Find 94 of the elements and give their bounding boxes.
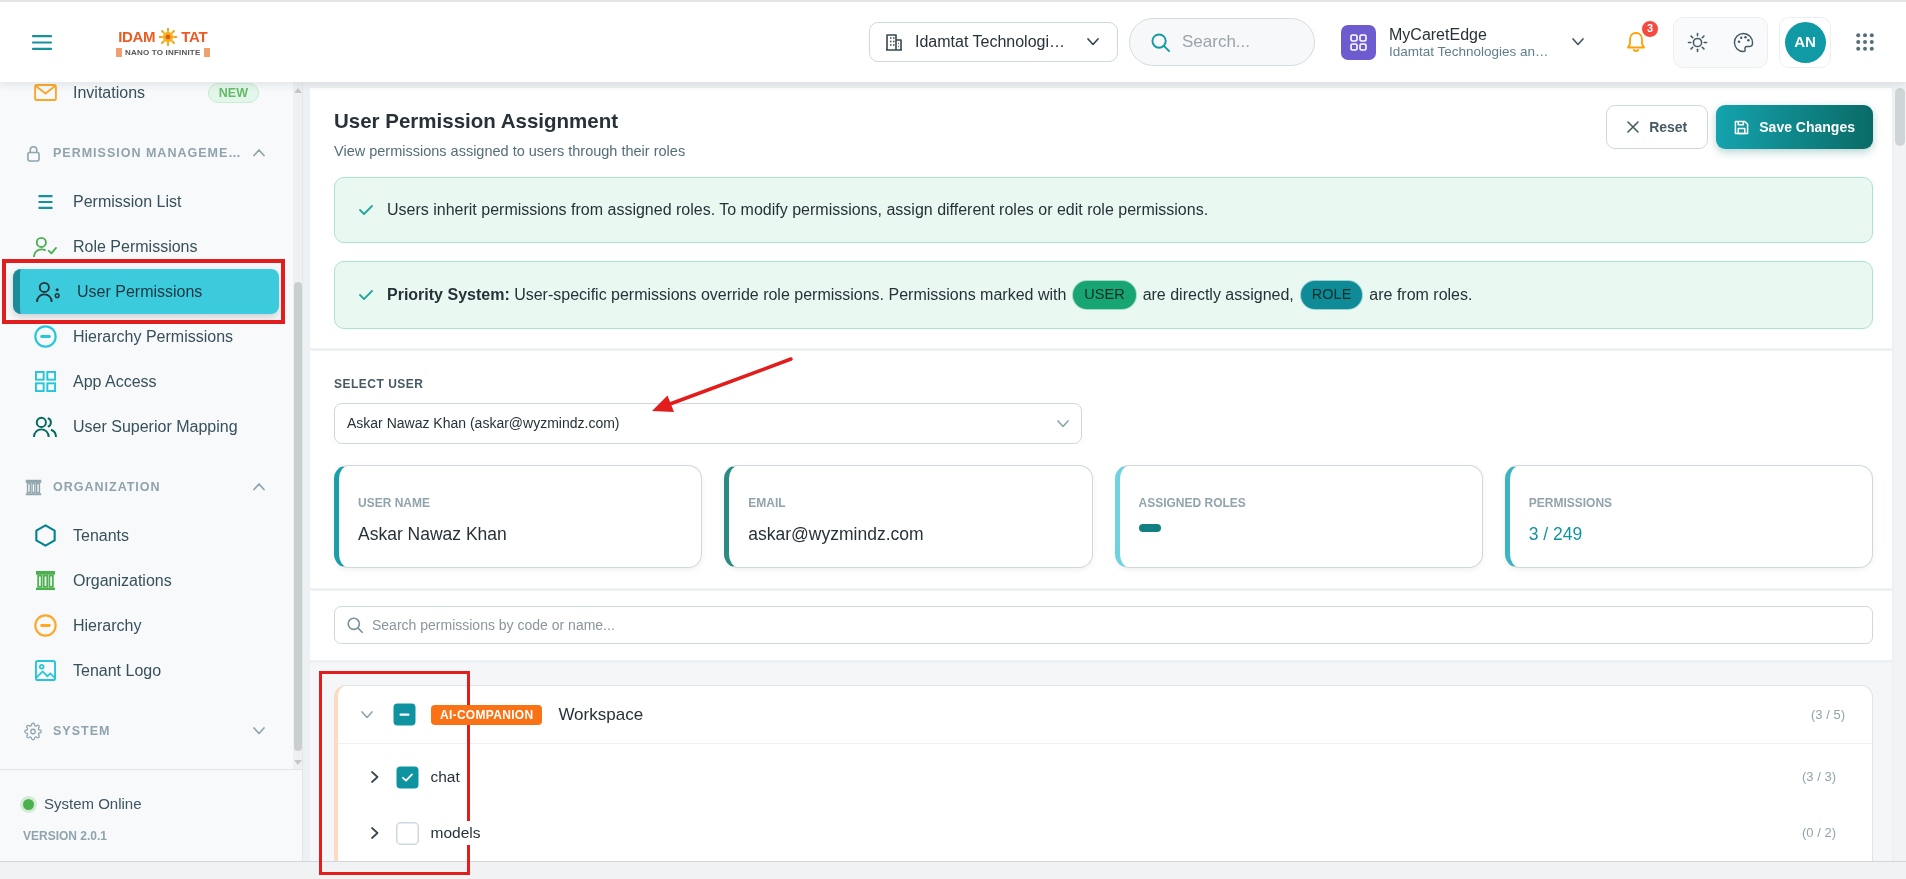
sidebar-item[interactable]: Invitations NEW <box>13 82 279 115</box>
role-tag-icon <box>1138 524 1161 532</box>
stat-value: Askar Nawaz Khan <box>358 523 508 545</box>
logo-text: TAT <box>181 28 208 45</box>
stat-label: EMAIL <box>748 496 786 510</box>
sidebar-item[interactable]: User Superior Mapping <box>13 404 279 449</box>
category-tag: AI-COMPANION <box>431 704 543 725</box>
permission-source-tag: ROLE <box>1299 280 1364 310</box>
count-text: (3 / 5) <box>1811 705 1845 724</box>
company-dropdown[interactable]: Idamtat Technologi… <box>869 22 1118 62</box>
menu-icon <box>32 34 52 50</box>
stat-label: ASSIGNED ROLES <box>1138 496 1246 510</box>
envelope-icon <box>33 84 57 101</box>
alert-text: Users inherit permissions from assigned roles. To modify permissions, assign different roles or edit role permissions. <box>387 200 1209 220</box>
building-icon <box>34 570 56 591</box>
chevron-down-icon <box>1572 38 1584 46</box>
scrollbar-thumb[interactable] <box>1895 88 1905 146</box>
save-button[interactable]: Save Changes <box>1716 105 1873 149</box>
bell-icon <box>1626 31 1646 53</box>
sidebar-item[interactable]: Hierarchy <box>13 603 279 648</box>
page-subtitle: View permissions assigned to users through their roles <box>334 142 686 160</box>
page-title: User Permission Assignment <box>334 108 620 134</box>
alert-text: are from roles. <box>1369 285 1473 305</box>
app-switcher[interactable]: MyCaretEdge Idamtat Technologies an… <box>1341 24 1584 60</box>
new-badge: NEW <box>207 82 259 103</box>
caret-up-icon <box>252 149 265 157</box>
checkbox[interactable] <box>395 821 419 845</box>
building-icon <box>24 478 42 496</box>
users-icon <box>33 415 57 438</box>
checkbox[interactable] <box>395 765 419 789</box>
chevron-down-icon[interactable] <box>361 710 373 719</box>
apps-tile-icon <box>1341 24 1376 60</box>
notification-count: 3 <box>1641 20 1659 38</box>
apps-grid-icon <box>1856 33 1874 51</box>
settings-icon <box>24 721 42 741</box>
app-subtitle: Idamtat Technologies an… <box>1389 43 1550 60</box>
sidebar-item[interactable]: Permission List <box>13 179 279 224</box>
count-text: (0 / 2) <box>1802 824 1836 843</box>
check-icon <box>359 205 373 215</box>
sidebar-item[interactable]: Hierarchy Permissions <box>13 314 279 359</box>
image-icon <box>34 660 56 681</box>
search-icon <box>1151 33 1170 52</box>
user-icon <box>36 280 60 303</box>
caret-down-icon <box>252 727 265 735</box>
minus-circle-icon <box>33 325 57 348</box>
checkbox[interactable] <box>393 703 416 726</box>
search-icon <box>347 617 363 633</box>
permission-source-tag: USER <box>1072 280 1137 310</box>
user-select[interactable]: Askar Nawaz Khan (askar@wyzmindz.com) <box>334 403 1082 444</box>
field-label: SELECT USER <box>334 377 425 391</box>
sidebar-item[interactable]: App Access <box>13 359 279 404</box>
apps-menu-button[interactable] <box>1854 31 1876 53</box>
stat-value: 3 / 249 <box>1528 523 1584 545</box>
sidebar-item[interactable]: User Permissions <box>13 269 279 314</box>
sidebar-item[interactable]: Tenants <box>13 513 279 558</box>
close-icon <box>1627 121 1640 133</box>
sidebar-item[interactable]: Organizations <box>13 558 279 603</box>
logo-tagline: NANO TO INFINITE <box>116 47 210 57</box>
version-text: VERSION 2.0.1 <box>23 827 108 845</box>
alert-text: Priority System: User-specific permissions override role permissions. Permissions marked with <box>387 285 1067 305</box>
logo-text: IDAM <box>118 28 156 45</box>
group-label: Workspace <box>558 703 644 726</box>
chevron-right-icon[interactable] <box>371 827 379 839</box>
lock-icon <box>26 144 40 162</box>
minus-circle-icon <box>33 614 57 637</box>
permission-search-field[interactable]: Search permissions by code or name... <box>334 606 1873 644</box>
check-icon <box>359 290 373 300</box>
save-icon <box>1734 119 1750 135</box>
list-icon <box>37 194 53 209</box>
app-name: MyCaretEdge <box>1389 24 1488 44</box>
sun-icon <box>1686 31 1708 53</box>
hexagon-icon <box>34 524 56 547</box>
count-text: (3 / 3) <box>1802 768 1836 787</box>
chevron-down-icon <box>1057 419 1069 428</box>
sidebar-item[interactable]: Role Permissions <box>13 224 279 269</box>
chevron-right-icon[interactable] <box>371 771 379 783</box>
alert-text: are directly assigned, <box>1142 285 1294 305</box>
user-check-icon <box>33 235 57 258</box>
palette-icon <box>1733 31 1755 53</box>
permission-label: models <box>430 821 482 845</box>
status-text: System Online <box>44 794 142 814</box>
scrollbar-thumb[interactable] <box>293 282 302 751</box>
building-icon <box>885 33 903 51</box>
reset-button[interactable]: Reset <box>1606 105 1709 149</box>
stat-label: PERMISSIONS <box>1528 496 1613 510</box>
sidebar-item[interactable]: Tenant Logo <box>13 648 279 693</box>
caret-up-icon <box>252 483 265 491</box>
search-field[interactable]: Search... <box>1129 18 1315 66</box>
stat-label: USER NAME <box>358 496 430 510</box>
menu-button[interactable] <box>30 32 54 52</box>
chevron-down-icon <box>1087 38 1099 46</box>
logo-emblem-icon <box>159 27 178 46</box>
grid-icon <box>34 371 56 392</box>
stat-value: askar@wyzmindz.com <box>748 523 925 545</box>
